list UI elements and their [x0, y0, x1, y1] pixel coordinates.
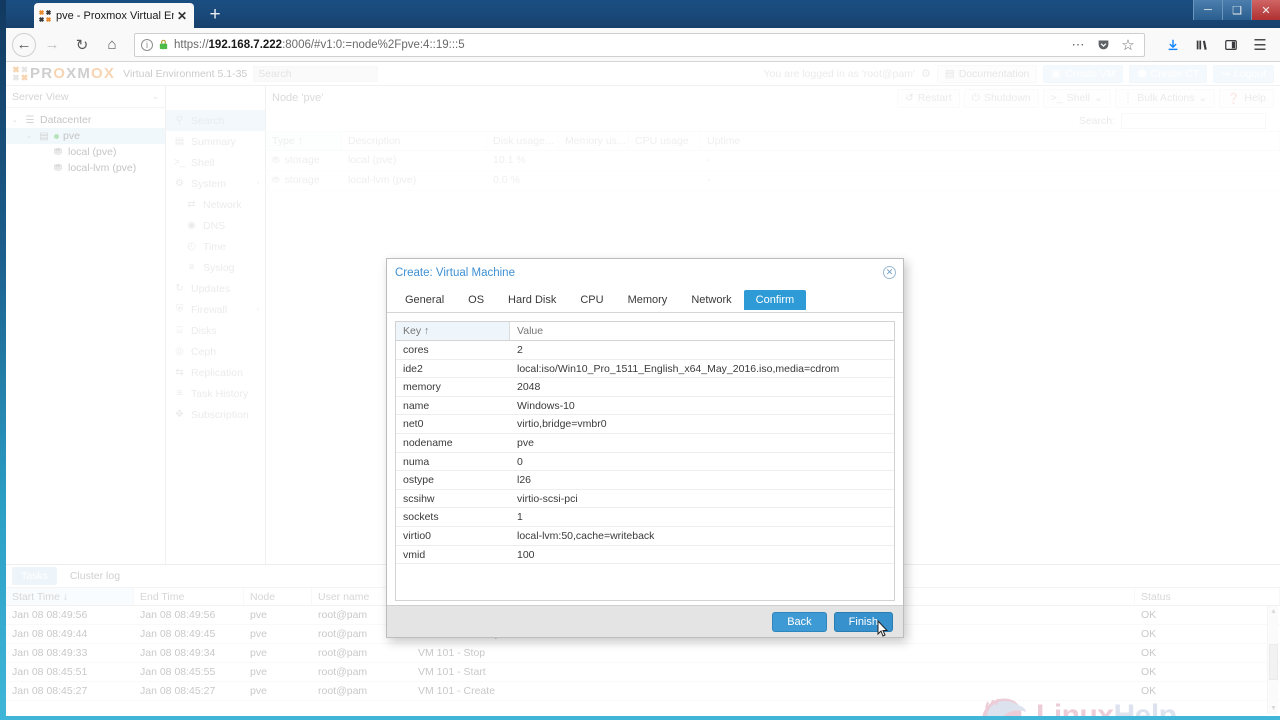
kv-key: numa: [403, 455, 430, 468]
kv-row[interactable]: nodename pve: [396, 434, 894, 453]
page-actions-ellipsis-icon[interactable]: ⋯: [1068, 34, 1088, 56]
dialog-tab-bar: General OS Hard Disk CPU Memory Network Confir…: [387, 287, 903, 313]
col-key[interactable]: Key ↑: [396, 322, 510, 340]
url-bar[interactable]: i https://192.168.7.222:8006/#v1:0:=node…: [134, 32, 1145, 57]
kv-value: 2048: [517, 381, 541, 394]
dialog-tab-network[interactable]: Network: [679, 290, 743, 310]
dialog-body: Key ↑ Value cores 2 ide2 local:iso/Win10_Pr…: [387, 313, 903, 605]
kv-row[interactable]: numa 0: [396, 453, 894, 472]
col-value[interactable]: Value: [510, 322, 894, 340]
kv-grid-header: Key ↑ Value: [396, 322, 894, 341]
kv-key: vmid: [403, 548, 426, 561]
browser-tab-title: pve - Proxmox Virtual Environm: [56, 9, 174, 22]
kv-value: local:iso/Win10_Pro_1511_English_x64_May…: [517, 362, 840, 375]
dialog-footer: Back Finish: [387, 605, 903, 637]
proxmox-favicon: [38, 9, 52, 22]
dialog-tab-confirm[interactable]: Confirm: [743, 289, 807, 310]
kv-row[interactable]: name Windows-10: [396, 397, 894, 416]
kv-key: ide2: [403, 362, 423, 375]
download-icon[interactable]: [1159, 32, 1187, 58]
kv-value: local-lvm:50,cache=writeback: [517, 529, 655, 542]
dialog-tab-os[interactable]: OS: [456, 290, 496, 310]
kv-key: cores: [403, 344, 429, 356]
kv-key: net0: [403, 418, 424, 431]
close-window-button[interactable]: ✕: [1251, 0, 1280, 20]
maximize-button[interactable]: ❑: [1222, 0, 1251, 20]
browser-nav-toolbar: ← → ↻ ⌂ i https://192.168.7.222:8006/#v1…: [6, 28, 1280, 62]
dialog-tab-cpu[interactable]: CPU: [568, 290, 615, 310]
confirm-key-value-grid: Key ↑ Value cores 2 ide2 local:iso/Win10_Pr…: [395, 321, 895, 601]
url-path: :8006/#v1:0:=node%2Fpve:4::19:::5: [282, 38, 465, 51]
dialog-tab-memory[interactable]: Memory: [616, 290, 680, 310]
kv-grid-rows: cores 2 ide2 local:iso/Win10_Pro_1511_Engli…: [396, 341, 894, 565]
window-controls: ─ ❑ ✕: [1193, 0, 1280, 20]
tab-close-icon[interactable]: ✕: [174, 9, 190, 23]
url-scheme: https://: [174, 38, 209, 51]
dialog-header: Create: Virtual Machine ✕: [387, 259, 903, 287]
kv-value: Windows-10: [517, 399, 575, 412]
kv-key: ostype: [403, 474, 434, 487]
pocket-icon[interactable]: [1093, 34, 1113, 56]
forward-icon[interactable]: →: [38, 32, 66, 58]
create-vm-dialog: Create: Virtual Machine ✕ General OS Hard …: [386, 258, 904, 638]
kv-value: virtio,bridge=vmbr0: [517, 418, 607, 431]
minimize-button[interactable]: ─: [1193, 0, 1222, 20]
kv-value: 2: [517, 344, 523, 356]
kv-row[interactable]: ostype l26: [396, 471, 894, 490]
kv-row[interactable]: sockets 1: [396, 508, 894, 527]
browser-tab[interactable]: pve - Proxmox Virtual Environm ✕: [34, 3, 194, 28]
dialog-tab-hard-disk[interactable]: Hard Disk: [496, 290, 568, 310]
kv-key: name: [403, 399, 430, 412]
browser-title-bar: pve - Proxmox Virtual Environm ✕ + ─ ❑ ✕: [6, 0, 1280, 28]
kv-value: 1: [517, 511, 523, 524]
kv-row[interactable]: vmid 100: [396, 546, 894, 565]
kv-row[interactable]: cores 2: [396, 341, 894, 360]
kv-value: 0: [517, 455, 523, 468]
kv-key: memory: [403, 381, 441, 394]
kv-key: sockets: [403, 511, 439, 524]
back-icon[interactable]: ←: [12, 32, 36, 57]
kv-value: 100: [517, 548, 535, 561]
close-icon[interactable]: ✕: [883, 266, 896, 279]
browser-toolbar-right: ☰: [1159, 32, 1274, 58]
kv-row[interactable]: scsihw virtio-scsi-pci: [396, 490, 894, 509]
kv-value: pve: [517, 436, 534, 449]
dialog-tab-general[interactable]: General: [393, 290, 456, 310]
url-host: 192.168.7.222: [208, 38, 283, 51]
kv-key: scsihw: [403, 492, 435, 505]
browser-window: pve - Proxmox Virtual Environm ✕ + ─ ❑ ✕…: [6, 0, 1280, 716]
site-info-icon[interactable]: i: [141, 38, 153, 51]
kv-row[interactable]: virtio0 local-lvm:50,cache=writeback: [396, 527, 894, 546]
kv-key: virtio0: [403, 529, 432, 542]
kv-row[interactable]: ide2 local:iso/Win10_Pro_1511_English_x64…: [396, 360, 894, 379]
kv-row[interactable]: memory 2048: [396, 378, 894, 397]
back-button[interactable]: Back: [772, 611, 827, 632]
library-icon[interactable]: [1188, 32, 1216, 58]
mouse-cursor: [877, 620, 889, 637]
hamburger-menu-icon[interactable]: ☰: [1246, 32, 1274, 58]
lock-icon: [159, 39, 168, 50]
kv-value: l26: [517, 474, 532, 487]
home-icon[interactable]: ⌂: [98, 32, 126, 58]
bookmark-star-icon[interactable]: ☆: [1118, 34, 1138, 56]
sidebar-icon[interactable]: [1217, 32, 1245, 58]
kv-grid-filler: [396, 564, 894, 600]
new-tab-button[interactable]: +: [204, 5, 226, 26]
reload-icon[interactable]: ↻: [68, 32, 96, 58]
url-text: https://192.168.7.222:8006/#v1:0:=node%2…: [174, 39, 1063, 51]
kv-row[interactable]: net0 virtio,bridge=vmbr0: [396, 415, 894, 434]
kv-value: virtio-scsi-pci: [517, 492, 578, 505]
page-content: PROXMOX Virtual Environment 5.1-35 Searc…: [6, 62, 1280, 716]
dialog-title: Create: Virtual Machine: [395, 267, 515, 279]
kv-key: nodename: [403, 436, 453, 449]
